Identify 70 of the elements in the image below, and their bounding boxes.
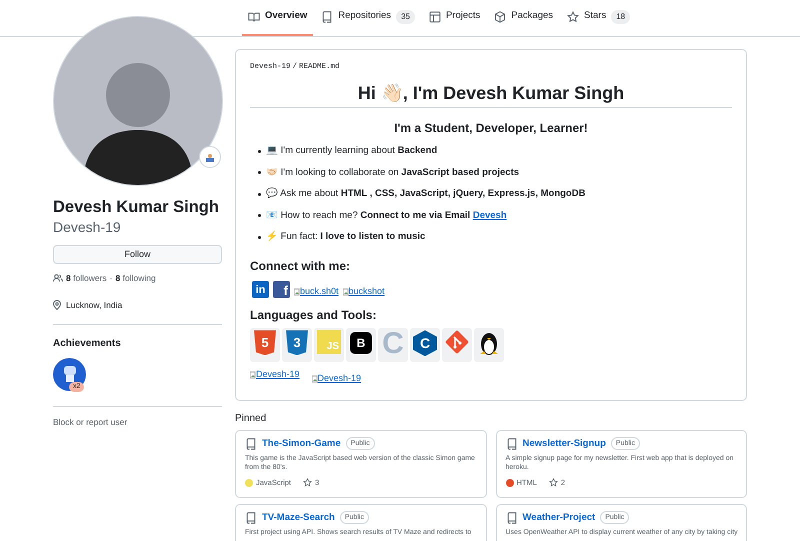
tab-label: Repositories [338, 9, 392, 24]
status-emoji-button[interactable] [199, 146, 221, 168]
readme-subtitle: I'm a Student, Developer, Learner! [393, 120, 589, 138]
broken-image-icon [312, 375, 318, 383]
location-pin-icon [53, 300, 61, 310]
repo-icon [506, 512, 518, 524]
pinned-heading: Pinned [235, 412, 268, 426]
email-link[interactable]: Devesh [472, 210, 507, 221]
broken-image-icon [342, 288, 349, 296]
connect-heading: Connect with me: [250, 258, 352, 276]
tab-counter: 18 [611, 10, 630, 24]
tools-heading: Languages and Tools: [250, 307, 378, 324]
profile-name: Devesh Kumar Singh [53, 197, 220, 218]
follow-button[interactable]: Follow [53, 245, 222, 264]
readme-list-item: 🤝🏻 I'm looking to collaborate on JavaScript based projects [266, 166, 520, 179]
repo-icon [506, 438, 518, 450]
broken-image-link[interactable]: Devesh-19 [312, 372, 362, 386]
star-icon [303, 478, 312, 488]
profile-tab[interactable]: Overview [242, 0, 314, 36]
readme-title: Hi 👋🏻, I'm Devesh Kumar Singh [250, 81, 732, 108]
people-icon [53, 274, 63, 282]
repo-name-link[interactable]: TV-Maze-Search [262, 510, 335, 525]
tab-label: Packages [511, 9, 554, 24]
readme-list-item: 📧 How to reach me? Connect to me via Email Devesh [266, 210, 507, 222]
laptop-person-icon [205, 152, 215, 162]
linkedin-link[interactable]: in [252, 281, 269, 298]
achievement-badge-icon[interactable] [53, 358, 86, 390]
repo-name-link[interactable]: The-Simon-Game [262, 436, 341, 451]
c-logo-icon: C [382, 330, 404, 358]
git-logo-icon [445, 330, 469, 354]
star-icon [567, 10, 580, 22]
shield-logo-icon: 3 [286, 330, 308, 356]
repo-name-link[interactable]: Newsletter-Signup [522, 436, 606, 451]
readme-list-item: ⚡ Fun fact: I love to listen to music [266, 231, 426, 244]
penguin-icon [478, 330, 500, 356]
followers-link[interactable]: 8 followers [66, 272, 107, 285]
tab-counter: 35 [396, 10, 415, 24]
repo-icon [245, 512, 257, 524]
profile-username: Devesh-19 [53, 218, 122, 236]
readme-list-item: 💬 Ask me about HTML , CSS, JavaScript, jQuery, Express.js, MongoDB [266, 188, 586, 200]
tab-label: Projects [446, 9, 480, 24]
tab-label: Overview [265, 9, 308, 24]
shield-logo-icon: 5 [254, 330, 276, 356]
broken-image-link[interactable]: buck.sh0t [294, 284, 339, 298]
js-logo-icon: JS [317, 330, 341, 354]
profile-tab[interactable]: Projects [422, 0, 486, 36]
following-link[interactable]: 8 following [116, 272, 156, 285]
profile-tab[interactable]: Packages [488, 0, 560, 36]
separator-dot: · [110, 272, 112, 285]
repo-icon [321, 10, 334, 22]
location-text: Lucknow, India [66, 298, 122, 312]
broken-image-link[interactable]: Devesh-19 [250, 368, 300, 382]
cpp-logo-icon: C [413, 330, 437, 356]
broken-image-icon [294, 288, 300, 296]
star-icon [548, 478, 558, 488]
package-icon [494, 10, 506, 22]
table-icon [428, 10, 441, 22]
facebook-link[interactable]: f [273, 281, 290, 298]
bootstrap-logo-icon: B [350, 332, 372, 354]
block-report-link[interactable]: Block or report user [53, 416, 222, 428]
broken-image-link[interactable]: buckshot [342, 284, 385, 298]
repo-icon [245, 438, 257, 450]
broken-image-icon [250, 371, 256, 379]
repo-name-link[interactable]: Weather-Project [522, 510, 596, 525]
achievements-heading: Achievements [53, 336, 122, 350]
book-icon [248, 10, 260, 22]
profile-tab[interactable]: Repositories 35 [315, 0, 421, 36]
tab-label: Stars [584, 9, 606, 24]
profile-tab[interactable]: Stars 18 [561, 0, 636, 36]
readme-list-item: 💻 I'm currently learning about Backend [266, 145, 438, 158]
